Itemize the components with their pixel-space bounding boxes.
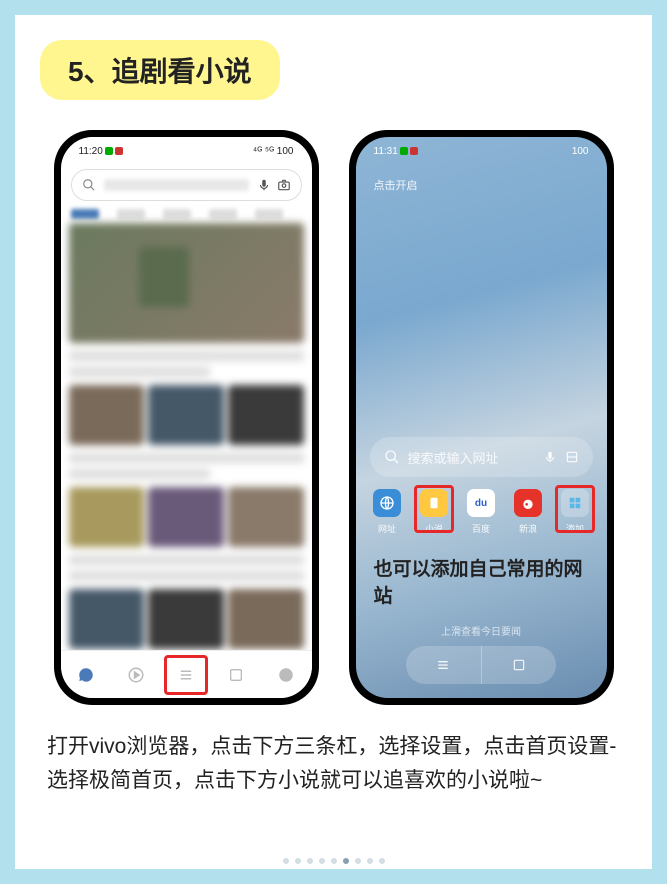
quick-link-add[interactable]: 添加 — [553, 489, 597, 535]
status-indicator-icon — [400, 147, 408, 155]
annotation-text: 也可以添加自己常用的网站 — [374, 557, 589, 610]
nav-tabs-icon[interactable] — [222, 661, 250, 689]
bottom-nav — [61, 650, 312, 698]
icon-label: 新浪 — [519, 522, 537, 535]
phone-right-screen: 11:31 100 点击开启 搜索或输入网址 — [356, 137, 607, 698]
search-placeholder: 搜索或输入网址 — [408, 448, 535, 467]
status-bar: 11:31 100 — [356, 137, 607, 165]
quick-link-baidu[interactable]: du 百度 — [459, 489, 503, 535]
status-time: 11:31 — [374, 146, 398, 157]
status-time: 11:20 — [79, 146, 103, 157]
news-feed[interactable] — [61, 223, 312, 657]
phone-left: 11:20 ⁴ᴳ ⁵ᴳ 100 — [54, 130, 319, 705]
tab-item[interactable] — [209, 209, 237, 219]
nav-menu-icon[interactable] — [172, 661, 200, 689]
sina-icon — [514, 489, 542, 517]
hint-text[interactable]: 点击开启 — [356, 165, 607, 205]
quick-link-url[interactable]: 网址 — [365, 489, 409, 535]
quick-links-row: 网址 小说 du 百度 — [356, 489, 607, 535]
tab-item[interactable] — [71, 209, 99, 219]
nav-home-icon[interactable] — [72, 661, 100, 689]
url-icon — [373, 489, 401, 517]
icon-label: 添加 — [566, 522, 584, 535]
novel-icon — [420, 489, 448, 517]
instruction-text: 打开vivo浏览器，点击下方三条杠，选择设置，点击首页设置-选择极简首页，点击下… — [35, 730, 632, 797]
tab-item[interactable] — [117, 209, 145, 219]
phone-right: 11:31 100 点击开启 搜索或输入网址 — [349, 130, 614, 705]
quick-link-sina[interactable]: 新浪 — [506, 489, 550, 535]
camera-icon[interactable] — [277, 178, 291, 192]
nav-video-icon[interactable] — [122, 661, 150, 689]
status-bar: 11:20 ⁴ᴳ ⁵ᴳ 100 — [61, 137, 312, 165]
search-bar[interactable] — [71, 169, 302, 201]
add-icon — [561, 489, 589, 517]
tab-item[interactable] — [255, 209, 283, 219]
quick-link-novel[interactable]: 小说 — [412, 489, 456, 535]
bottom-pill — [406, 646, 556, 684]
mic-icon[interactable] — [543, 450, 557, 464]
phones-container: 11:20 ⁴ᴳ ⁵ᴳ 100 — [35, 130, 632, 705]
search-icon — [82, 178, 96, 192]
phone-left-screen: 11:20 ⁴ᴳ ⁵ᴳ 100 — [61, 137, 312, 698]
mic-icon[interactable] — [257, 178, 271, 192]
nav-profile-icon[interactable] — [272, 661, 300, 689]
search-bar[interactable]: 搜索或输入网址 — [370, 437, 593, 477]
search-icon — [384, 449, 400, 465]
swipe-hint: 上滑查看今日要闻 — [356, 623, 607, 638]
tab-item[interactable] — [163, 209, 191, 219]
pill-menu-icon[interactable] — [406, 646, 482, 684]
baidu-icon: du — [467, 489, 495, 517]
status-indicator-icon — [115, 147, 123, 155]
icon-label: 百度 — [472, 522, 490, 535]
status-indicator-icon — [410, 147, 418, 155]
scan-icon[interactable] — [565, 450, 579, 464]
page-indicator — [283, 858, 385, 864]
category-tabs[interactable] — [61, 205, 312, 223]
icon-label: 小说 — [425, 522, 443, 535]
icon-label: 网址 — [378, 522, 396, 535]
status-signal: ⁴ᴳ ⁵ᴳ 100 — [253, 146, 294, 157]
section-title: 5、追剧看小说 — [40, 40, 280, 100]
status-battery: 100 — [572, 146, 589, 157]
pill-tabs-icon[interactable] — [482, 646, 557, 684]
status-indicator-icon — [105, 147, 113, 155]
search-input[interactable] — [104, 179, 249, 191]
